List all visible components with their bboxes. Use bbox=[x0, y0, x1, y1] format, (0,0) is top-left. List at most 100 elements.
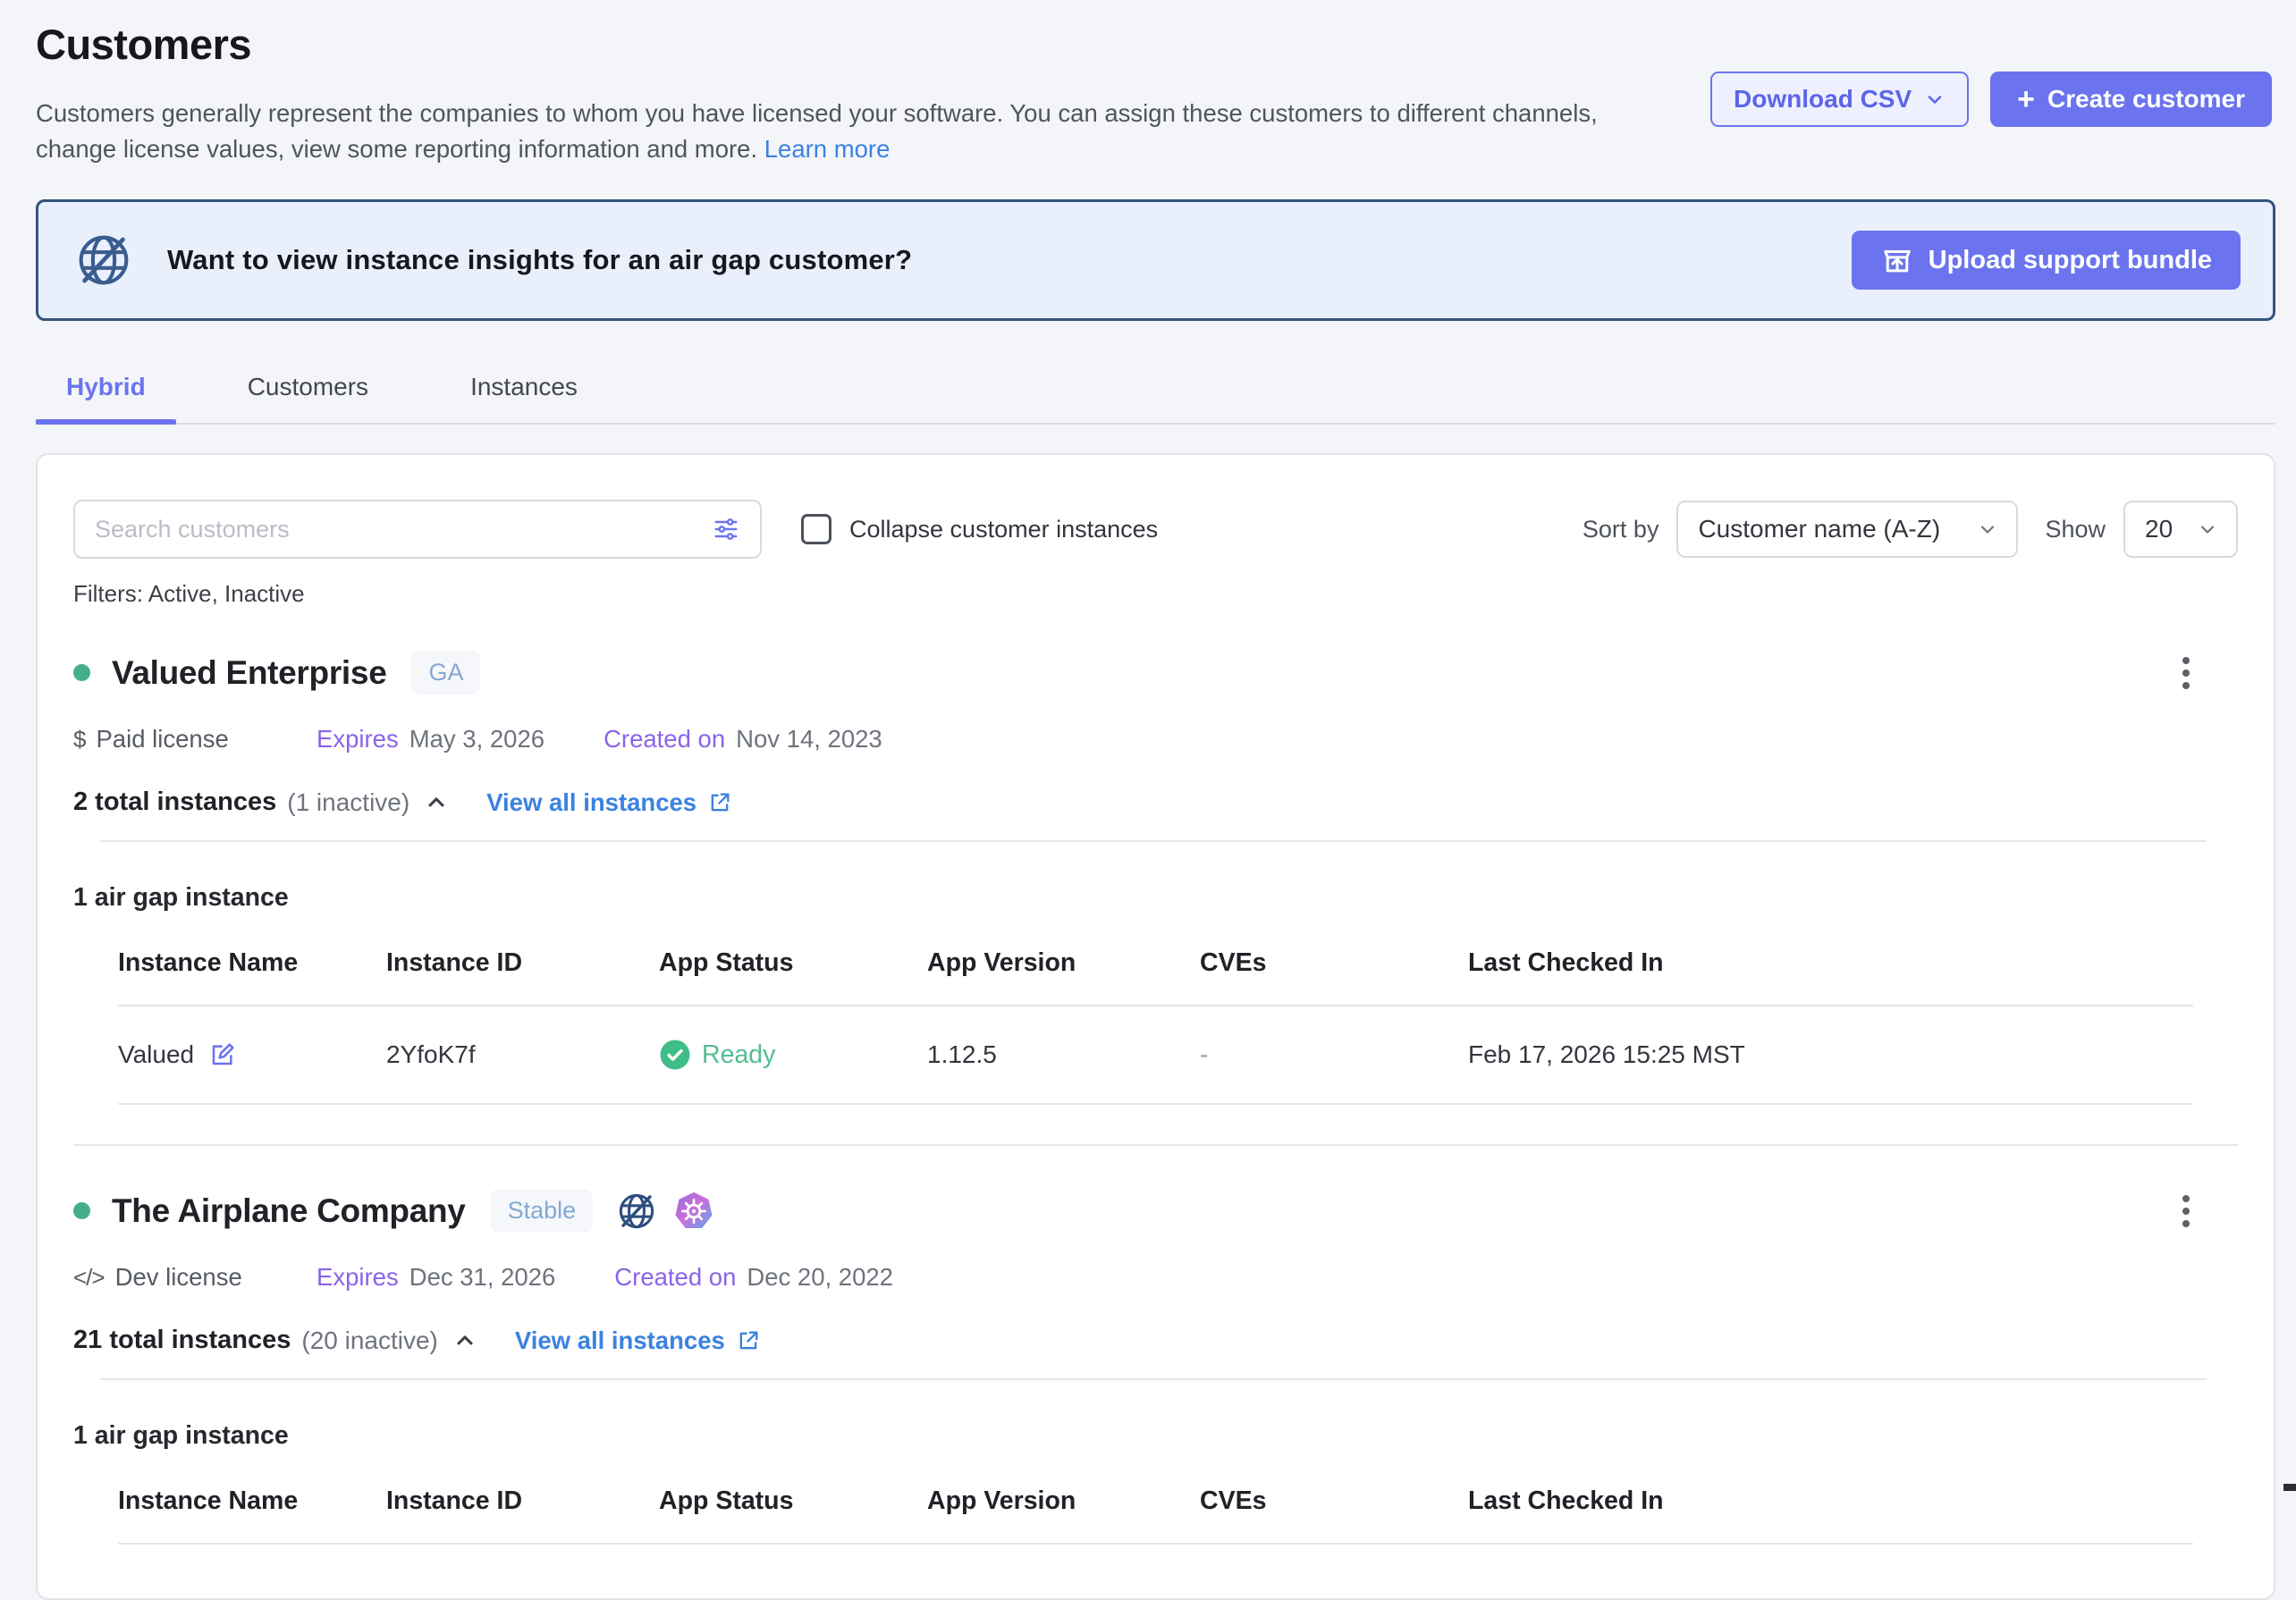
collapse-instances-checkbox-group[interactable]: Collapse customer instances bbox=[801, 514, 1158, 544]
customers-card: Collapse customer instances Sort by Cust… bbox=[36, 453, 2275, 1600]
divider bbox=[100, 1378, 2207, 1380]
created-on-date: Nov 14, 2023 bbox=[736, 725, 882, 754]
channel-badge: Stable bbox=[491, 1189, 594, 1233]
collapse-instances-label: Collapse customer instances bbox=[849, 516, 1158, 543]
globe-airgap-icon bbox=[74, 231, 133, 290]
edit-icon[interactable] bbox=[208, 1040, 237, 1069]
show-label: Show bbox=[2045, 516, 2106, 543]
instances-table: Instance Name Instance ID App Status App… bbox=[118, 948, 2193, 1105]
sort-by-label: Sort by bbox=[1583, 516, 1659, 543]
search-box bbox=[73, 500, 762, 559]
app-version: 1.12.5 bbox=[927, 1040, 1200, 1069]
license-type-label: Dev license bbox=[115, 1263, 242, 1292]
sort-select[interactable]: Customer name (A-Z) bbox=[1676, 501, 2018, 558]
col-app-version: App Version bbox=[927, 948, 1200, 978]
scrollbar-corner bbox=[2283, 1484, 2296, 1491]
view-all-instances-label: View all instances bbox=[486, 788, 696, 817]
instance-name: Valued bbox=[118, 1040, 194, 1069]
customer-name[interactable]: Valued Enterprise bbox=[112, 654, 386, 692]
airgap-banner-title: Want to view instance insights for an ai… bbox=[167, 244, 912, 276]
search-input[interactable] bbox=[95, 516, 697, 543]
upload-support-bundle-button[interactable]: Upload support bundle bbox=[1852, 231, 2241, 290]
status-dot bbox=[73, 664, 90, 681]
page-description: Customers generally represent the compan… bbox=[36, 96, 1614, 167]
instances-table-header: Instance Name Instance ID App Status App… bbox=[118, 1486, 2193, 1545]
page-title: Customers bbox=[36, 20, 2275, 69]
learn-more-link[interactable]: Learn more bbox=[764, 135, 891, 163]
status-dot bbox=[73, 1202, 90, 1219]
instances-total: 21 total instances bbox=[73, 1326, 291, 1355]
customers-toolbar: Collapse customer instances Sort by Cust… bbox=[73, 500, 2238, 559]
col-cves: CVEs bbox=[1200, 948, 1468, 978]
app-status-label: Ready bbox=[702, 1040, 775, 1070]
cves-value: - bbox=[1200, 1040, 1468, 1069]
created-pair: Created on Dec 20, 2022 bbox=[614, 1263, 893, 1292]
plus-icon: + bbox=[2017, 84, 2035, 114]
app-status: Ready bbox=[659, 1039, 927, 1071]
instances-total: 2 total instances bbox=[73, 787, 276, 817]
view-tabs: Hybrid Customers Instances bbox=[36, 360, 2275, 425]
kubernetes-icon bbox=[673, 1191, 714, 1232]
customer-block-the-airplane-company: The Airplane Company Stable bbox=[73, 1189, 2238, 1545]
table-row: Valued 2YfoK7f bbox=[118, 1006, 2193, 1105]
customers-page: Customers Customers generally represent … bbox=[0, 0, 2296, 1600]
chevron-up-icon[interactable] bbox=[424, 790, 449, 815]
view-all-instances-link[interactable]: View all instances bbox=[486, 788, 732, 817]
airgap-instance-heading: 1 air gap instance bbox=[73, 1421, 2238, 1451]
dollar-icon: $ bbox=[73, 726, 85, 754]
chevron-down-icon bbox=[1977, 518, 1998, 540]
collapse-instances-checkbox[interactable] bbox=[801, 514, 831, 544]
airgap-banner-left: Want to view instance insights for an ai… bbox=[74, 231, 1852, 290]
view-all-instances-label: View all instances bbox=[515, 1326, 725, 1355]
active-filters-text: Filters: Active, Inactive bbox=[73, 580, 2238, 608]
create-customer-label: Create customer bbox=[2047, 85, 2245, 114]
col-app-status: App Status bbox=[659, 948, 927, 978]
col-instance-id: Instance ID bbox=[386, 948, 659, 978]
instances-table-header: Instance Name Instance ID App Status App… bbox=[118, 948, 2193, 1006]
customer-menu-kebab-icon[interactable] bbox=[2177, 1190, 2195, 1233]
airgap-banner: Want to view instance insights for an ai… bbox=[36, 199, 2275, 321]
tab-customers[interactable]: Customers bbox=[217, 360, 399, 423]
create-customer-button[interactable]: + Create customer bbox=[1990, 72, 2272, 127]
view-all-instances-link[interactable]: View all instances bbox=[515, 1326, 761, 1355]
customer-name[interactable]: The Airplane Company bbox=[112, 1192, 466, 1230]
chevron-up-icon[interactable] bbox=[452, 1328, 477, 1353]
license-type: $ Paid license bbox=[73, 725, 317, 754]
license-type-label: Paid license bbox=[96, 725, 228, 754]
divider bbox=[100, 840, 2207, 842]
license-type: </> Dev license bbox=[73, 1263, 317, 1292]
code-icon: </> bbox=[73, 1264, 105, 1292]
airgap-instance-heading: 1 air gap instance bbox=[73, 883, 2238, 913]
download-csv-label: Download CSV bbox=[1734, 85, 1912, 114]
expires-pair: Expires Dec 31, 2026 bbox=[317, 1263, 555, 1292]
external-link-icon bbox=[707, 790, 732, 815]
col-instance-name: Instance Name bbox=[118, 948, 386, 978]
sort-select-value: Customer name (A-Z) bbox=[1698, 515, 1940, 543]
globe-airgap-icon bbox=[616, 1191, 657, 1232]
created-on-label: Created on bbox=[614, 1263, 736, 1292]
external-link-icon bbox=[736, 1328, 761, 1353]
page-header: Customers Customers generally represent … bbox=[36, 20, 2275, 167]
sliders-filter-icon[interactable] bbox=[712, 515, 740, 543]
last-checked-in: Feb 17, 2026 15:25 MST bbox=[1468, 1040, 2193, 1069]
created-on-label: Created on bbox=[604, 725, 725, 754]
check-circle-icon bbox=[659, 1039, 691, 1071]
channel-badge: GA bbox=[411, 651, 480, 695]
tab-hybrid[interactable]: Hybrid bbox=[36, 360, 176, 423]
customer-menu-kebab-icon[interactable] bbox=[2177, 652, 2195, 695]
customer-divider bbox=[73, 1144, 2238, 1146]
instance-id: 2YfoK7f bbox=[386, 1040, 659, 1069]
customer-block-valued-enterprise: Valued Enterprise GA $ Paid license Expi… bbox=[73, 651, 2238, 1105]
created-on-date: Dec 20, 2022 bbox=[747, 1263, 893, 1292]
show-select-value: 20 bbox=[2145, 515, 2173, 543]
expires-pair: Expires May 3, 2026 bbox=[317, 725, 544, 754]
created-pair: Created on Nov 14, 2023 bbox=[604, 725, 882, 754]
tab-instances[interactable]: Instances bbox=[440, 360, 608, 423]
upload-support-bundle-label: Upload support bundle bbox=[1929, 246, 2212, 275]
show-select[interactable]: 20 bbox=[2123, 501, 2238, 558]
chevron-down-icon bbox=[1924, 88, 1946, 110]
download-csv-button[interactable]: Download CSV bbox=[1710, 72, 1969, 127]
expires-date: Dec 31, 2026 bbox=[409, 1263, 556, 1292]
expires-label: Expires bbox=[317, 725, 399, 754]
instances-inactive-count: (20 inactive) bbox=[301, 1326, 438, 1355]
